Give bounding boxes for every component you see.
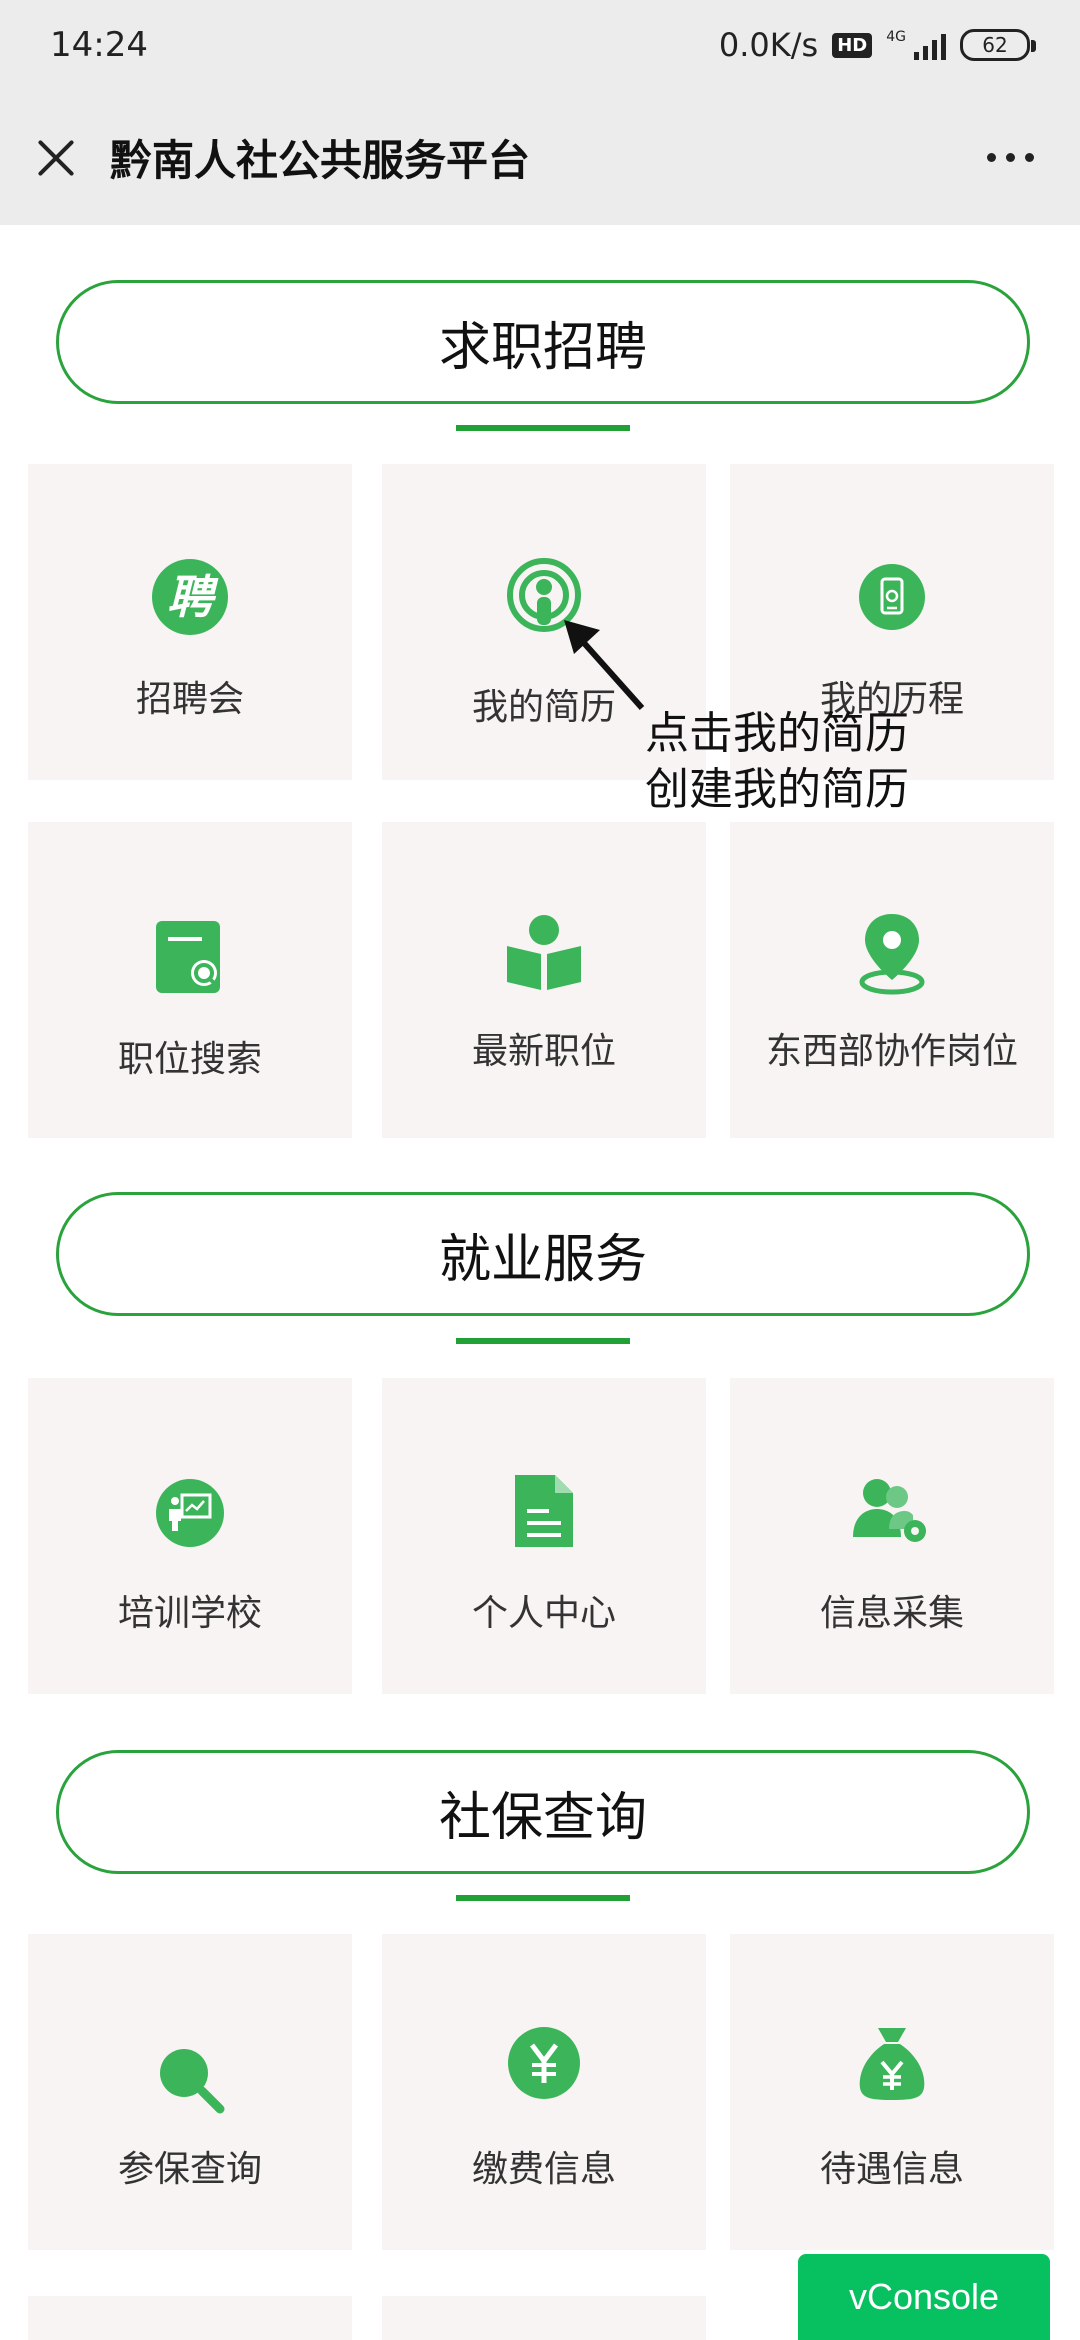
status-indicators: 0.0K/s HD 4G 62 [718,26,1036,64]
more-options-icon[interactable] [987,153,1034,162]
tile-partial[interactable] [382,2296,706,2340]
battery-icon: 62 [960,29,1036,61]
vconsole-button[interactable]: vConsole [798,2254,1050,2340]
tile-info-collection[interactable]: 信息采集 [730,1378,1054,1694]
vconsole-label: vConsole [848,2276,1000,2317]
signal-icon: 4G [886,30,946,60]
tile-label: 最新职位 [471,1031,616,1072]
section-header-employment-services: 就业服务 [56,1192,1030,1316]
tile-training-school[interactable]: 培训学校 [28,1378,352,1694]
reading-person-icon [499,908,589,998]
section-title: 求职招聘 [438,317,647,378]
tile-label: 职位搜索 [117,1039,262,1080]
tile-job-search[interactable]: 职位搜索 [28,822,352,1138]
location-pin-icon [847,908,937,998]
tile-label: 个人中心 [471,1593,616,1634]
pin-character-icon: 聘 [145,552,235,642]
teacher-board-icon [145,1468,235,1558]
history-phone-icon [847,552,937,642]
close-icon[interactable] [36,138,76,178]
status-bar: 14:24 0.0K/s HD 4G 62 [0,0,1080,90]
svg-text:聘: 聘 [167,570,219,624]
status-time: 14:24 [50,25,148,65]
section-title: 社保查询 [438,1787,647,1848]
network-speed: 0.0K/s [718,26,819,64]
tile-east-west-jobs[interactable]: 东西部协作岗位 [730,822,1054,1138]
annotation-line-1: 点击我的简历 [645,708,909,759]
section-underline [456,425,630,431]
section-header-job-recruitment: 求职招聘 [56,280,1030,404]
title-bar: 黔南人社公共服务平台 [0,90,1080,225]
tile-label: 招聘会 [135,679,244,720]
hd-icon: HD [832,32,873,58]
users-gear-icon [847,1466,937,1556]
yuan-coin-icon [499,2018,589,2108]
tile-partial[interactable] [28,2296,352,2340]
annotation-line-2: 创建我的简历 [645,764,909,815]
section-title: 就业服务 [438,1229,647,1290]
tile-insurance-query[interactable]: 参保查询 [28,1934,352,2250]
section-underline [456,1895,630,1901]
network-type: 4G [886,29,906,45]
annotation-text: 点击我的简历 创建我的简历 [645,706,909,818]
tile-label: 缴费信息 [471,2149,616,2190]
tile-label: 东西部协作岗位 [765,1031,1018,1072]
tile-personal-center[interactable]: 个人中心 [382,1378,706,1694]
tile-label: 待遇信息 [819,2149,964,2190]
section-underline [456,1338,630,1344]
tile-label: 培训学校 [117,1593,262,1634]
section-header-social-security: 社保查询 [56,1750,1030,1874]
battery-level: 62 [982,33,1008,57]
document-icon [499,1466,589,1556]
tile-payment-info[interactable]: 缴费信息 [382,1934,706,2250]
magnifier-icon [145,2034,235,2124]
job-search-icon [145,912,235,1002]
tile-label: 参保查询 [117,2149,262,2190]
page-title: 黔南人社公共服务平台 [110,136,531,185]
tile-benefit-info[interactable]: 待遇信息 [730,1934,1054,2250]
money-bag-icon [847,2018,937,2108]
tile-latest-jobs[interactable]: 最新职位 [382,822,706,1138]
annotation-arrow-icon [564,620,645,710]
tile-label: 信息采集 [819,1593,964,1634]
tile-job-fair[interactable]: 聘 招聘会 [28,464,352,780]
